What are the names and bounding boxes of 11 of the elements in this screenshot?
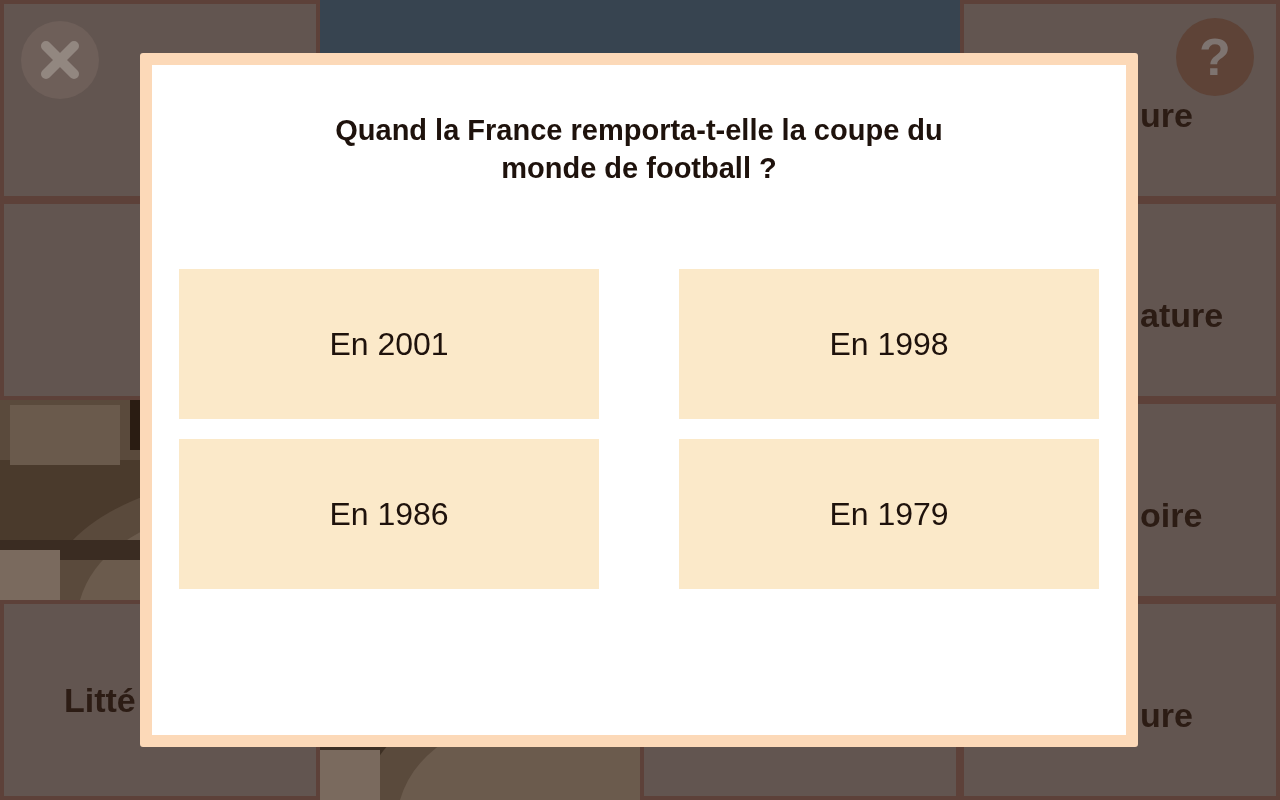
answer-button[interactable]: En 1986 (179, 439, 599, 589)
question-text: Quand la France remporta-t-elle la coupe du monde de football ? (334, 113, 944, 186)
tile-label: ure (1140, 98, 1193, 132)
answer-button[interactable]: En 1998 (679, 269, 1099, 419)
answer-button[interactable]: En 2001 (179, 269, 599, 419)
tile-label: Litté (64, 683, 136, 717)
tile-label: ature (1140, 298, 1224, 332)
answer-button[interactable]: En 1979 (679, 439, 1099, 589)
tile-label: ure (1140, 698, 1193, 732)
close-icon (40, 40, 80, 80)
tile-label: oire (1140, 498, 1203, 532)
